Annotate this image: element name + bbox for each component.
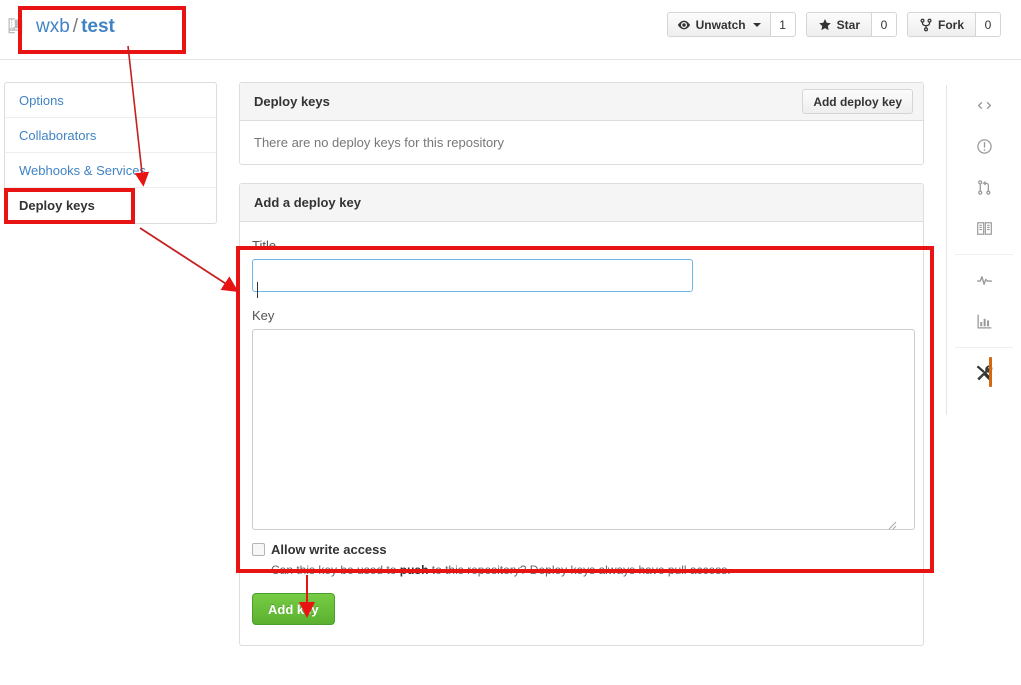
rail-item-issues[interactable]	[947, 126, 1021, 167]
repo-header: wxb / test Unwatch 1 Star 0 Fork 0	[0, 0, 1021, 60]
text-cursor	[257, 282, 258, 298]
code-icon	[977, 101, 992, 110]
sidebar-item-webhooks-services[interactable]: Webhooks & Services	[5, 153, 216, 188]
deploy-keys-title: Deploy keys	[254, 94, 330, 109]
fork-count[interactable]: 0	[975, 12, 1001, 37]
add-deploy-key-button[interactable]: Add deploy key	[802, 89, 913, 114]
repo-nav-rail	[946, 85, 1021, 415]
breadcrumb-separator: /	[72, 16, 79, 37]
star-icon	[818, 18, 831, 30]
fork-icon	[920, 18, 932, 31]
repo-icon	[8, 18, 23, 34]
sidebar-item-options[interactable]: Options	[5, 83, 216, 118]
pulse-icon	[976, 276, 993, 285]
add-deploy-key-form: Title Key Allow write access Can this ke…	[240, 222, 923, 645]
page-root: wxb / test Unwatch 1 Star 0 Fork 0 Optio…	[0, 0, 1021, 685]
allow-write-access-label: Allow write access	[271, 542, 387, 557]
repo-breadcrumb-title: wxb / test	[36, 14, 115, 40]
repo-actions: Unwatch 1 Star 0 Fork 0	[666, 12, 1001, 37]
settings-sidebar-nav: Options Collaborators Webhooks & Service…	[4, 82, 217, 224]
main-content: Deploy keys Add deploy key There are no …	[239, 82, 924, 664]
star-button-group: Star 0	[805, 12, 897, 37]
unwatch-button[interactable]: Unwatch	[666, 12, 770, 37]
rail-item-wiki[interactable]	[947, 208, 1021, 249]
deploy-keys-empty-message: There are no deploy keys for this reposi…	[254, 135, 505, 150]
wiki-book-icon	[977, 222, 992, 235]
add-key-submit-button[interactable]: Add key	[252, 593, 335, 625]
sidebar-item-label: Deploy keys	[19, 198, 95, 213]
sidebar-item-label: Collaborators	[19, 128, 97, 143]
watch-count[interactable]: 1	[769, 12, 796, 37]
fork-button[interactable]: Fork	[906, 12, 975, 37]
repo-name-link[interactable]: test	[81, 16, 115, 37]
fork-button-group: Fork 0	[906, 12, 1001, 37]
deploy-keys-panel: Deploy keys Add deploy key There are no …	[239, 82, 924, 165]
add-deploy-key-title: Add a deploy key	[254, 195, 361, 210]
chevron-down-icon	[752, 22, 761, 27]
unwatch-button-label: Unwatch	[695, 17, 746, 32]
help-prefix: Can this key be used to	[271, 563, 400, 577]
key-field-label: Key	[252, 308, 275, 323]
sidebar-item-label: Webhooks & Services	[19, 163, 146, 178]
sidebar-item-label: Options	[19, 93, 64, 108]
rail-item-settings[interactable]	[947, 353, 1021, 394]
issues-icon	[977, 139, 992, 154]
eye-icon	[677, 20, 690, 29]
deploy-keys-panel-body: There are no deploy keys for this reposi…	[240, 121, 923, 164]
sidebar-item-deploy-keys[interactable]: Deploy keys	[5, 188, 216, 223]
title-field-label: Title	[252, 238, 277, 253]
repo-owner-link[interactable]: wxb	[36, 16, 70, 37]
rail-active-indicator	[989, 357, 992, 387]
help-bold-push: push	[399, 563, 429, 577]
rail-item-pull-requests[interactable]	[947, 167, 1021, 208]
allow-write-access-row[interactable]: Allow write access	[252, 542, 911, 557]
rail-divider	[955, 254, 1013, 255]
deploy-keys-panel-header: Deploy keys Add deploy key	[240, 83, 923, 121]
deploy-key-value-textarea[interactable]	[252, 329, 915, 530]
allow-write-access-checkbox[interactable]	[252, 543, 265, 556]
sidebar-item-collaborators[interactable]: Collaborators	[5, 118, 216, 153]
rail-divider	[955, 347, 1013, 348]
allow-write-access-help: Can this key be used to push to this rep…	[271, 563, 911, 577]
graphs-icon	[977, 314, 992, 329]
add-deploy-key-panel: Add a deploy key Title Key Allow write a…	[239, 183, 924, 646]
arrow-nav-to-form	[139, 227, 239, 292]
deploy-key-title-input[interactable]	[252, 259, 693, 292]
rail-item-graphs[interactable]	[947, 301, 1021, 342]
pull-request-icon	[978, 180, 991, 195]
star-count[interactable]: 0	[870, 12, 897, 37]
star-button[interactable]: Star	[805, 12, 871, 37]
add-deploy-key-panel-header: Add a deploy key	[240, 184, 923, 222]
fork-button-label: Fork	[937, 17, 964, 32]
rail-item-pulse[interactable]	[947, 260, 1021, 301]
help-suffix: to this repository? Deploy keys always h…	[428, 563, 731, 577]
rail-item-code[interactable]	[947, 85, 1021, 126]
watch-button-group: Unwatch 1	[666, 12, 796, 37]
star-button-label: Star	[836, 17, 860, 32]
